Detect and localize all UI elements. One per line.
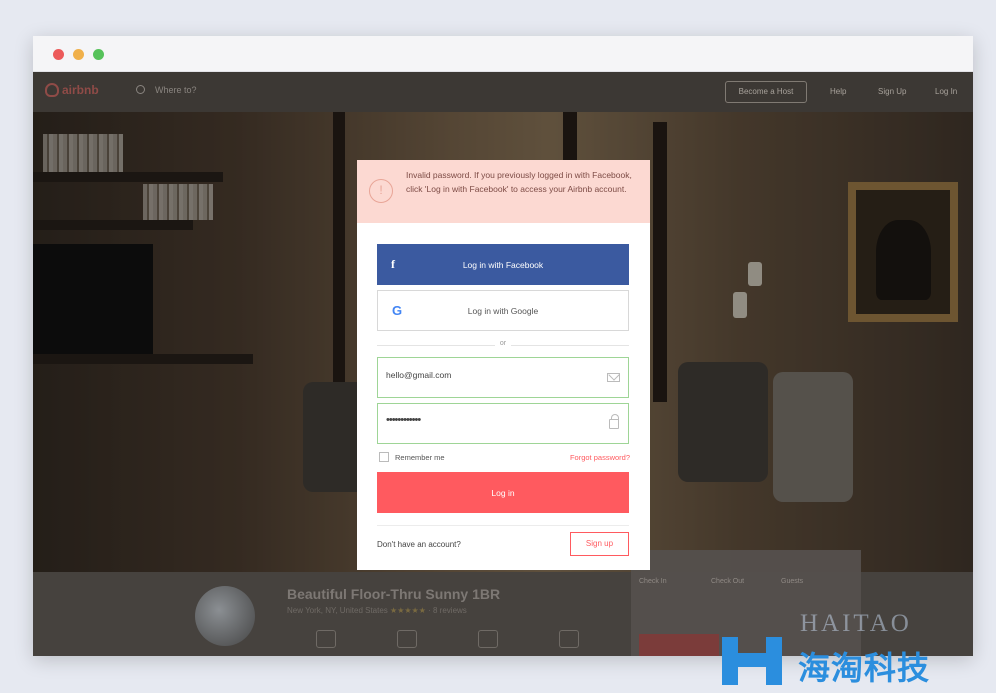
- remember-me-checkbox[interactable]: [379, 452, 389, 462]
- login-with-facebook-button[interactable]: f Log in with Facebook: [377, 244, 629, 285]
- search-icon: [136, 85, 145, 94]
- minimize-window-button[interactable]: [73, 49, 84, 60]
- listing-title: Beautiful Floor-Thru Sunny 1BR: [287, 586, 501, 602]
- remember-me-label[interactable]: Remember me: [395, 453, 445, 462]
- airbnb-logo-icon: [45, 83, 59, 97]
- top-navbar: airbnb Where to? Become a Host Help Sign…: [33, 72, 973, 112]
- check-out-label: Check Out: [711, 578, 745, 585]
- review-count: · 8 reviews: [428, 606, 467, 615]
- facebook-button-label: Log in with Facebook: [462, 259, 544, 270]
- become-a-host-button[interactable]: Become a Host: [725, 81, 807, 103]
- zoom-window-button[interactable]: [93, 49, 104, 60]
- entire-home-icon: [316, 630, 336, 648]
- beds-icon: [559, 630, 579, 648]
- email-input[interactable]: [386, 370, 586, 380]
- forgot-password-link[interactable]: Forgot password?: [570, 453, 630, 462]
- modal-divider: [377, 525, 629, 526]
- google-button-label: Log in with Google: [467, 305, 539, 316]
- nav-link-help[interactable]: Help: [830, 87, 846, 96]
- rating-stars: ★★★★★: [390, 606, 426, 615]
- check-in-label: Check In: [639, 578, 667, 585]
- login-with-google-button[interactable]: G Log in with Google: [377, 290, 629, 331]
- facebook-icon: f: [391, 257, 395, 271]
- watermark-logo: [722, 633, 794, 685]
- alert-message: Invalid password. If you previously logg…: [406, 170, 632, 194]
- nav-link-log-in[interactable]: Log In: [935, 87, 957, 96]
- log-in-button[interactable]: Log in: [377, 472, 629, 513]
- login-modal: ! Invalid password. If you previously lo…: [357, 160, 650, 570]
- password-input[interactable]: [386, 414, 586, 426]
- request-to-book-button[interactable]: [639, 634, 719, 656]
- listing-location: New York, NY, United States ★★★★★ · 8 re…: [287, 606, 467, 615]
- email-field[interactable]: [377, 357, 629, 398]
- alert-exclamation-icon: !: [369, 179, 393, 203]
- window-titlebar: [33, 36, 973, 72]
- search-input[interactable]: Where to?: [155, 85, 197, 95]
- envelope-icon: [607, 373, 620, 382]
- host-avatar[interactable]: [195, 586, 255, 646]
- google-icon: G: [392, 303, 403, 318]
- bedrooms-icon: [478, 630, 498, 648]
- listing-location-text: New York, NY, United States: [287, 606, 388, 615]
- error-alert: ! Invalid password. If you previously lo…: [357, 160, 650, 223]
- close-window-button[interactable]: [53, 49, 64, 60]
- nav-link-sign-up[interactable]: Sign Up: [878, 87, 906, 96]
- password-field[interactable]: [377, 403, 629, 444]
- watermark-latin-text: HAITAO: [800, 610, 912, 637]
- guests-label: Guests: [781, 578, 804, 585]
- sign-up-button[interactable]: Sign up: [570, 532, 629, 556]
- watermark-chinese-text: 海淘科技: [798, 650, 931, 686]
- or-divider: or: [377, 340, 629, 350]
- no-account-text: Don't have an account?: [377, 540, 461, 549]
- airbnb-logo[interactable]: airbnb: [45, 83, 99, 97]
- or-label: or: [495, 340, 511, 347]
- guests-icon: [397, 630, 417, 648]
- lock-icon: [609, 414, 619, 429]
